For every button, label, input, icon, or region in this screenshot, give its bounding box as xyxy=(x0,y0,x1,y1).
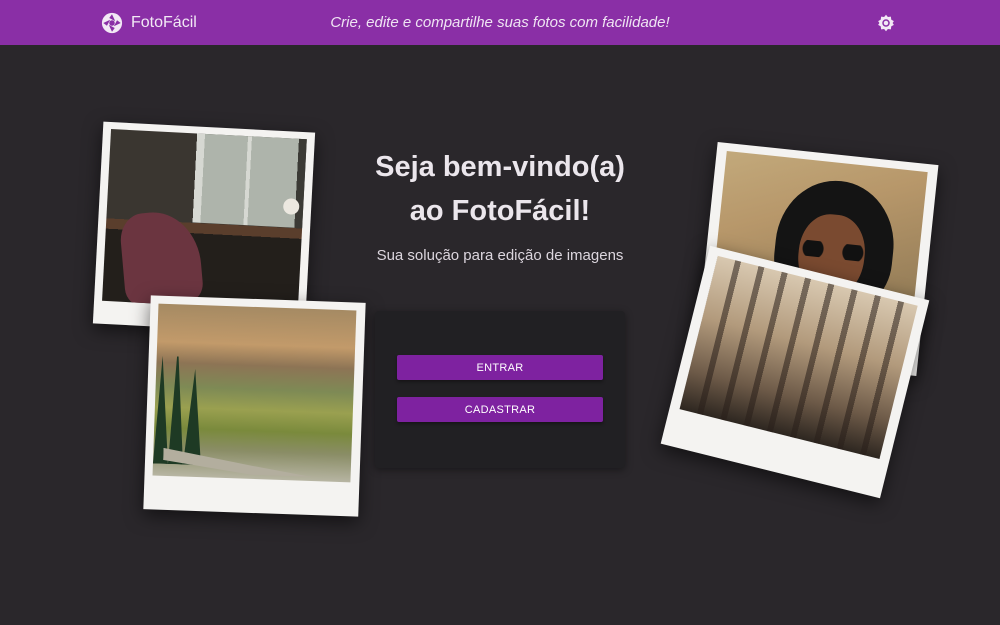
polaroid-photo-mountain xyxy=(143,295,366,517)
welcome-title-line2: ao FotoFácil! xyxy=(409,195,591,227)
enter-button[interactable]: ENTRAR xyxy=(397,355,603,380)
lamp-shape xyxy=(282,198,300,215)
auth-card: ENTRAR CADASTRAR xyxy=(375,311,625,468)
theme-toggle-button[interactable] xyxy=(877,14,895,32)
chair-shape xyxy=(118,208,205,308)
welcome-hero: Seja bem-vindo(a) ao FotoFácil! Sua solu… xyxy=(350,145,650,264)
register-button[interactable]: CADASTRAR xyxy=(397,397,603,422)
photo-mountain-landscape xyxy=(152,303,357,483)
welcome-subtitle: Sua solução para edição de imagens xyxy=(376,247,624,264)
trees-shape xyxy=(153,344,217,466)
tagline: Crie, edite e compartilhe suas fotos com… xyxy=(330,14,670,31)
welcome-title-line1: Seja bem-vindo(a) xyxy=(375,151,625,183)
photo-interior-chair xyxy=(102,128,307,312)
welcome-title: Seja bem-vindo(a) ao FotoFácil! xyxy=(350,145,650,233)
brightness-icon xyxy=(878,14,894,32)
top-bar: FotoFácil Crie, edite e compartilhe suas… xyxy=(0,0,1000,45)
